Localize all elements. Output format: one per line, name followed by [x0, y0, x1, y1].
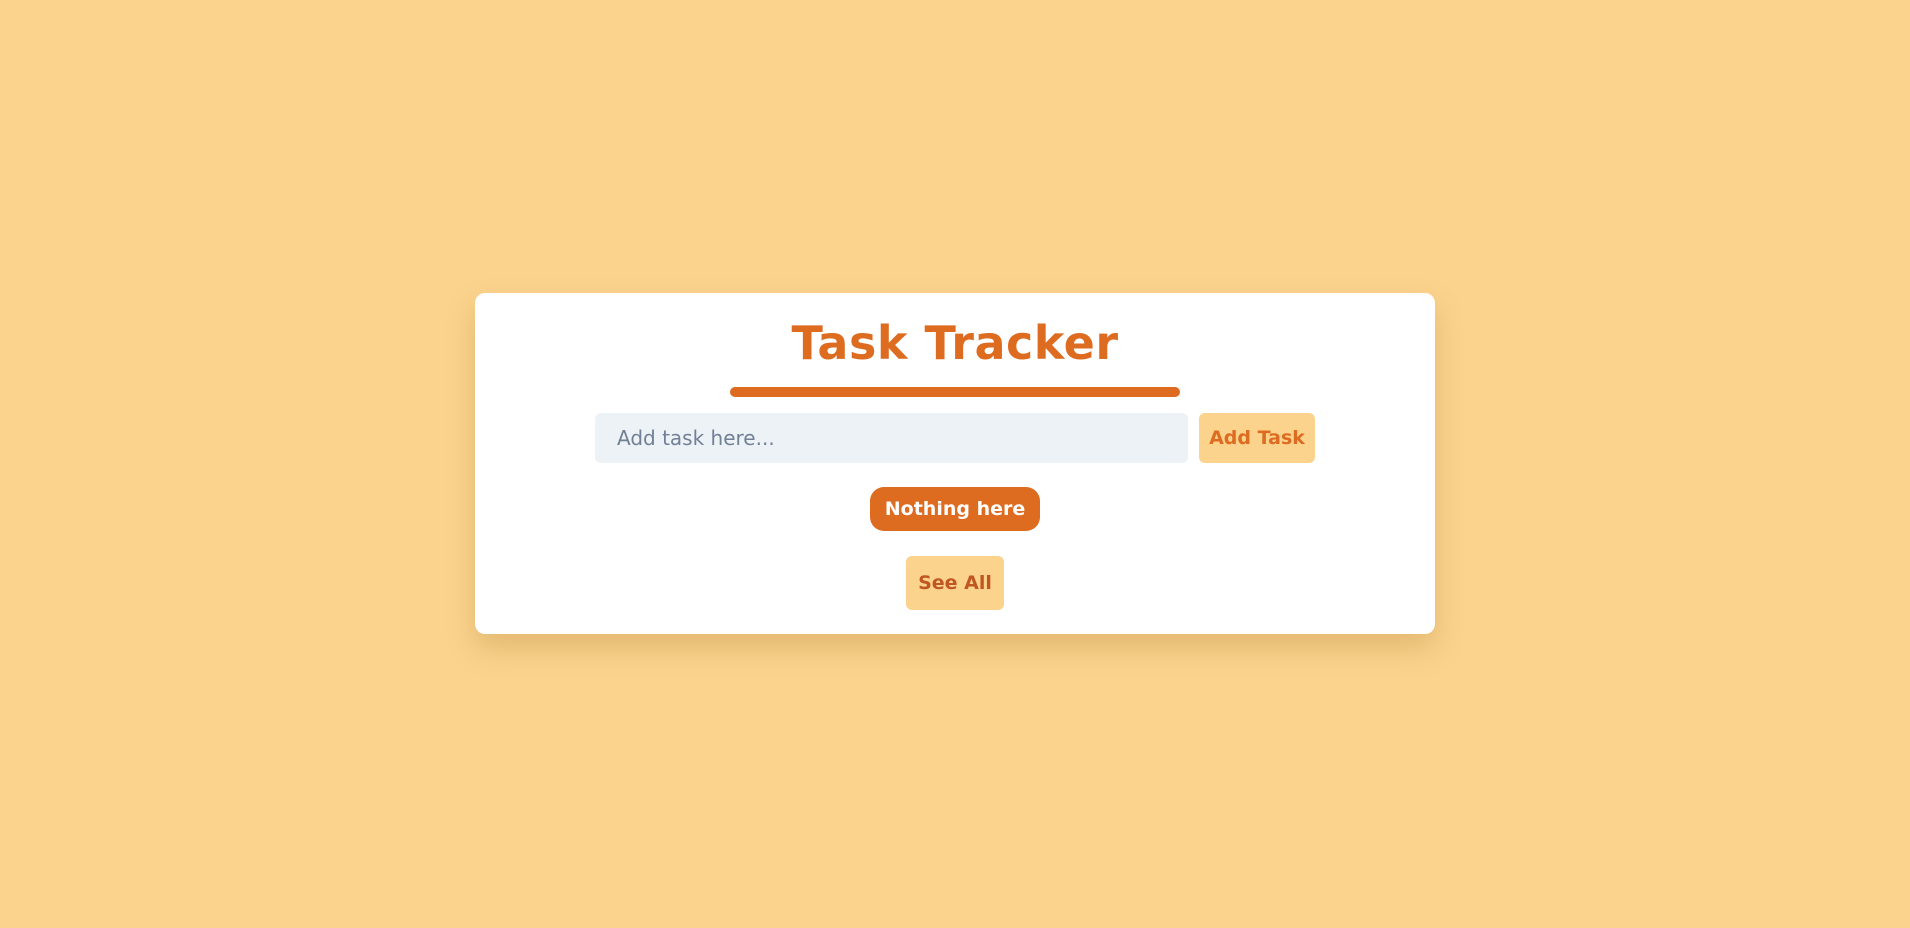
page-background: Task Tracker Add Task Nothing here See A…: [0, 0, 1910, 928]
page-title: Task Tracker: [791, 316, 1119, 370]
task-tracker-card: Task Tracker Add Task Nothing here See A…: [475, 293, 1435, 634]
see-all-button[interactable]: See All: [906, 556, 1004, 610]
title-underline-bar: [730, 387, 1180, 397]
task-input[interactable]: [595, 413, 1188, 463]
empty-state-badge: Nothing here: [870, 487, 1040, 531]
add-task-button[interactable]: Add Task: [1199, 413, 1315, 463]
